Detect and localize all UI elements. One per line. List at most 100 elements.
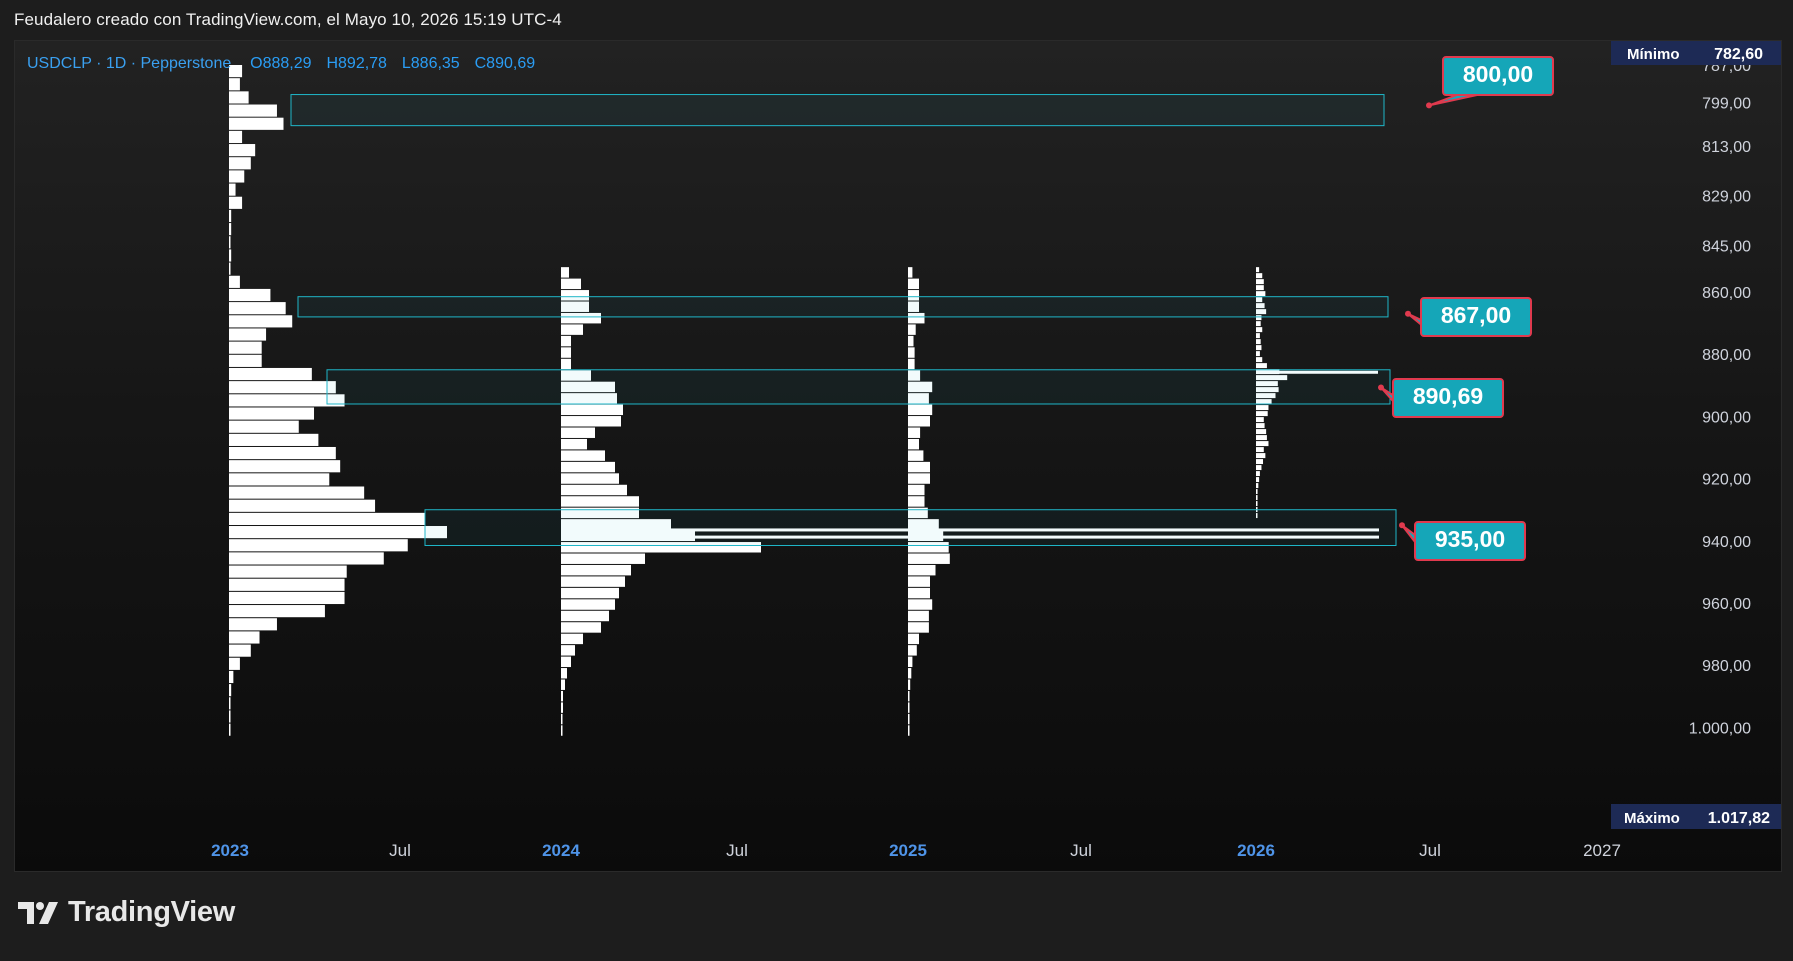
- volume-profile-bar-2024: [561, 576, 625, 587]
- price-zone-rectangle[interactable]: [326, 369, 1391, 405]
- callout-pointer: [1428, 94, 1478, 107]
- volume-profile-bar-2025: [908, 599, 933, 610]
- volume-profile-bar-2026: [1256, 351, 1260, 357]
- volume-profile-bar-2023: [229, 249, 232, 262]
- volume-profile-bar-2024: [561, 267, 569, 278]
- volume-profile-bar-2023: [229, 618, 277, 631]
- volume-profile-bar-2024: [561, 473, 619, 484]
- volume-profile-bar-2024: [561, 622, 601, 633]
- volume-profile-bar-2025: [908, 702, 910, 713]
- tradingview-logo-icon: [18, 901, 58, 924]
- volume-profile-bar-2026: [1256, 489, 1258, 495]
- volume-profile-bar-2025: [908, 633, 919, 645]
- tradingview-brand-text: TradingView: [68, 896, 235, 928]
- volume-profile-bar-2025: [908, 473, 930, 484]
- y-tick-label: 860,00: [1702, 285, 1751, 302]
- price-axis[interactable]: [1683, 41, 1781, 871]
- volume-profile-bar-2025: [908, 668, 912, 679]
- y-tick-label: 845,00: [1702, 238, 1751, 255]
- volume-profile-bar-2023: [229, 170, 245, 183]
- x-tick-label: 2027: [1583, 841, 1621, 860]
- price-zone-rectangle[interactable]: [297, 296, 1389, 318]
- y-tick-label: 880,00: [1702, 347, 1751, 364]
- volume-profile-bar-2023: [229, 354, 262, 367]
- volume-profile-bar-2023: [229, 433, 319, 446]
- volume-profile-bar-2023: [229, 328, 267, 341]
- volume-profile-bar-2023: [229, 723, 231, 736]
- low-value: 886,35: [410, 55, 460, 72]
- open-label: O: [250, 55, 263, 72]
- chart-caption: Feudalero creado con TradingView.com, el…: [14, 10, 562, 29]
- volume-profile-bar-2025: [908, 690, 910, 702]
- chart-area[interactable]: 800,00 867,00 890,69 935,00 787,00 799,00 813,…: [14, 40, 1782, 872]
- volume-profile-bar-2026: [1256, 441, 1269, 447]
- volume-profile-bar-2025: [908, 496, 925, 507]
- volume-profile-bar-2023: [229, 710, 231, 723]
- volume-profile-bar-2025: [908, 645, 917, 656]
- x-tick-label: Jul: [726, 841, 748, 860]
- x-tick-label: Jul: [1419, 841, 1441, 860]
- min-badge-label: Mínimo: [1627, 46, 1680, 63]
- volume-profile-bar-2024: [561, 610, 609, 622]
- volume-profile-bar-2024: [561, 438, 587, 450]
- volume-profile-bar-2026: [1256, 345, 1262, 351]
- volume-profile-bar-2025: [908, 484, 925, 496]
- volume-profile-bar-2024: [561, 484, 627, 496]
- volume-profile-bar-2023: [229, 512, 426, 526]
- ohlc-legend[interactable]: USDCLP · 1D · Pepperstone O888,29 H892,7…: [27, 55, 535, 73]
- volume-profile-bar-2026: [1256, 453, 1266, 459]
- callout-anchor-dot: [1378, 384, 1384, 391]
- volume-profile-bar-2025: [908, 438, 919, 450]
- high-label: H: [326, 55, 339, 72]
- volume-profile-bar-2023: [229, 539, 408, 552]
- y-tick-label: 1.000,00: [1689, 720, 1751, 737]
- volume-profile-bar-2026: [1256, 435, 1267, 441]
- volume-profile-bar-2023: [229, 420, 299, 433]
- volume-profile-bar-2024: [561, 587, 619, 599]
- volume-profile-bar-2023: [229, 262, 231, 275]
- volume-profile-bar-2024: [561, 496, 639, 507]
- volume-profile-bar-2025: [908, 564, 936, 576]
- volume-profile-bar-2025: [908, 679, 911, 690]
- volume-profile-bar-2023: [229, 670, 234, 684]
- y-tick-label: 799,00: [1702, 95, 1751, 112]
- symbol-label[interactable]: USDCLP · 1D · Pepperstone: [27, 55, 231, 72]
- low-label: L: [401, 55, 411, 72]
- volume-profile-bar-2023: [229, 223, 232, 236]
- volume-profile-bar-2023: [229, 209, 232, 223]
- y-tick-label: 920,00: [1702, 472, 1751, 489]
- price-zone-rectangle[interactable]: [424, 509, 1397, 546]
- volume-profile-bar-2023: [229, 486, 365, 499]
- volume-profile-bar-2023: [229, 196, 243, 209]
- volume-profile-bar-2023: [229, 631, 260, 644]
- volume-profile-bar-2025: [908, 553, 950, 564]
- tradingview-logo[interactable]: TradingView: [18, 896, 235, 929]
- callout-anchor-dot: [1405, 310, 1411, 317]
- volume-profile-bar-2024: [561, 404, 623, 416]
- volume-profile-bar-2025: [908, 450, 924, 461]
- volume-profile-bar-2025: [908, 347, 915, 358]
- volume-profile-bar-2024: [561, 553, 645, 564]
- price-chart[interactable]: 800,00867,00890,69935,00787,00799,00813,…: [15, 41, 1781, 871]
- volume-profile-bar-2025: [908, 622, 929, 633]
- volume-profile-bar-2026: [1256, 465, 1262, 471]
- volume-profile-bar-2025: [908, 725, 910, 736]
- volume-profile-bar-2024: [561, 679, 565, 690]
- volume-profile-bar-2023: [229, 657, 240, 670]
- volume-profile-bar-2023: [229, 302, 286, 315]
- volume-profile-bar-2025: [908, 278, 919, 290]
- volume-profile-bar-2026: [1256, 333, 1260, 339]
- volume-profile-bar-2023: [229, 473, 330, 486]
- volume-profile-bar-2026: [1256, 363, 1267, 369]
- price-zone-rectangle[interactable]: [290, 94, 1385, 127]
- volume-profile-bar-2026: [1256, 411, 1268, 417]
- x-tick-label: 2026: [1237, 841, 1275, 860]
- x-tick-label: 2023: [211, 841, 249, 860]
- volume-profile-bar-2026: [1256, 339, 1261, 345]
- y-tick-label: 960,00: [1702, 596, 1751, 613]
- volume-profile-bar-2025: [908, 427, 921, 438]
- volume-profile-bar-2024: [561, 713, 563, 725]
- volume-profile-bar-2025: [908, 335, 914, 347]
- volume-profile-bar-2026: [1256, 327, 1263, 333]
- volume-profile-bar-2024: [561, 702, 563, 713]
